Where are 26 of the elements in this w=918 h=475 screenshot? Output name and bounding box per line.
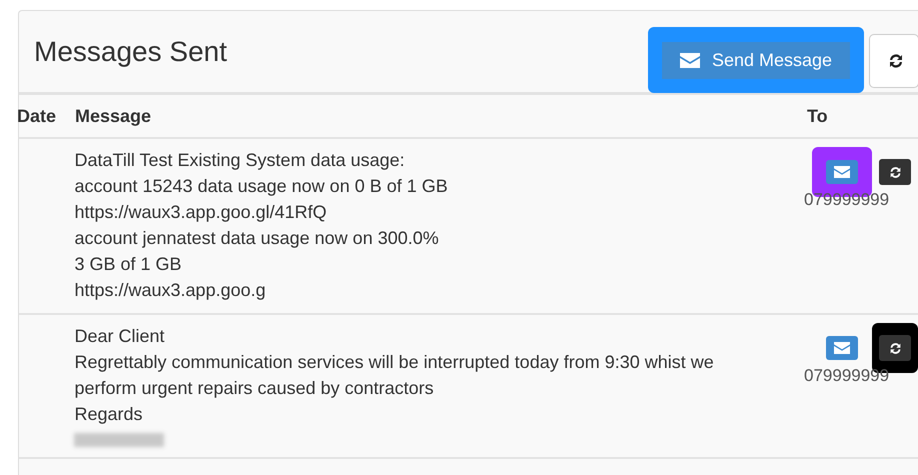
resend-button[interactable] [879, 335, 911, 361]
message-line: https://waux3.app.goo.g [74, 279, 267, 302]
message-line: account jennatest data usage now on 300.0% [74, 227, 440, 250]
panel-title: Messages Sent [34, 34, 227, 69]
column-header: To [807, 104, 828, 128]
refresh-icon [888, 53, 904, 69]
envelope-icon [680, 52, 700, 68]
message-line: Dear Client [74, 325, 166, 348]
message-line: https://waux3.app.goo.gl/41RfQ [74, 201, 328, 224]
message-line: 3 GB of 1 GB [74, 253, 183, 276]
send-message-button[interactable]: Send Message [662, 42, 850, 78]
resend-button[interactable] [879, 159, 911, 185]
refresh-icon [888, 342, 902, 354]
recipient-number: 079999999 [804, 365, 890, 387]
message-line: Regrettably communication services will be interrupted today from 9:30 whist we perform urgent repairs caused by contractors [74, 351, 715, 400]
refresh-button[interactable] [869, 34, 918, 88]
message-line: Regards [74, 403, 144, 426]
column-header: Message [75, 104, 152, 128]
send-button[interactable] [826, 160, 858, 184]
message-line: account 15243 data usage now on 0 B of 1 GB [74, 175, 449, 198]
send-button[interactable] [826, 336, 858, 360]
message-line: DataTill Test Existing System data usage: [74, 149, 406, 172]
column-header: Date [17, 104, 58, 128]
envelope-icon [834, 166, 850, 178]
refresh-icon [888, 166, 902, 178]
envelope-icon [834, 342, 850, 354]
